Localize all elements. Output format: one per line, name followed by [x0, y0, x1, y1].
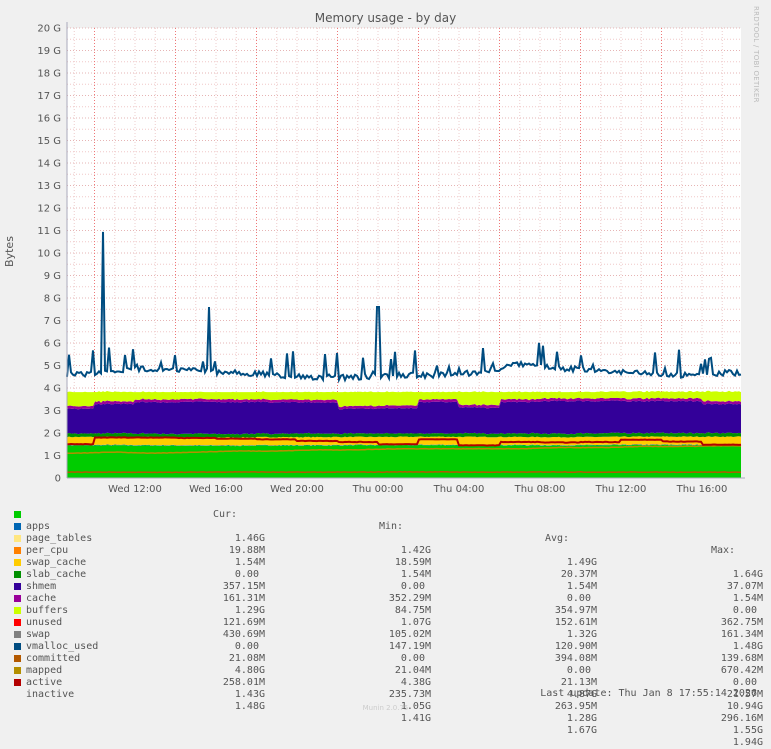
- y-tick-label: 8 G: [44, 294, 61, 305]
- legend-max: 1.55G: [732, 725, 763, 736]
- legend-swatch: [14, 559, 21, 566]
- y-tick-label: 2 G: [44, 429, 61, 440]
- x-tick-label: Wed 20:00: [270, 484, 324, 495]
- x-tick-label: Wed 12:00: [108, 484, 162, 495]
- x-tick-label: Wed 16:00: [189, 484, 243, 495]
- legend-swatch: [14, 571, 21, 578]
- x-tick-label: Thu 16:00: [676, 484, 728, 495]
- y-tick-label: 3 G: [44, 406, 61, 417]
- legend-row-unused: unused 430.69M 147.19M 394.08M 670.42M: [0, 605, 771, 676]
- legend-swatch: [14, 655, 21, 662]
- x-tick-label: Thu 04:00: [433, 484, 485, 495]
- y-tick-label: 18 G: [37, 69, 61, 80]
- y-tick-label: 6 G: [44, 339, 61, 350]
- legend-max: 1.94G: [732, 737, 763, 748]
- legend-row-slab_cache: slab_cache 357.15M 352.29M 354.97M 362.7…: [0, 557, 771, 628]
- y-tick-label: 1 G: [44, 451, 61, 462]
- y-tick-label: 12 G: [37, 204, 61, 215]
- legend-swatch: [14, 583, 21, 590]
- legend-swatch: [14, 631, 21, 638]
- legend-swatch: [14, 607, 21, 614]
- legend-swatch: [14, 667, 21, 674]
- legend-swatch: [14, 679, 21, 686]
- legend-swatch: [14, 643, 21, 650]
- y-tick-label: 9 G: [44, 271, 61, 282]
- y-tick-label: 20 G: [37, 24, 61, 35]
- legend-cur: 1.43G: [234, 689, 265, 700]
- chart-plot: 0 1 G 2 G 3 G 4 G 5 G 6 G 7 G 8 G 9 G 10 G 11 G 12 G…: [37, 22, 745, 495]
- last-update: Last update: Thu Jan 8 17:55:14 2026: [540, 688, 757, 699]
- y-tick-label: 15 G: [37, 136, 61, 147]
- x-tick-label: Thu 00:00: [352, 484, 404, 495]
- legend-name: inactive: [26, 689, 75, 700]
- y-tick-label: 14 G: [37, 159, 61, 170]
- legend-row-shmem: shmem 161.31M 84.75M 152.61M 161.34M: [0, 569, 771, 640]
- legend-swatch: [14, 523, 21, 530]
- munin-graph: Memory usage - by day Bytes RRDTOOL / TO…: [0, 0, 771, 748]
- legend-row-mapped: mapped 258.01M 235.73M 263.95M 296.16M: [0, 653, 771, 724]
- legend-swatch: [14, 535, 21, 542]
- x-tick-label: Thu 12:00: [595, 484, 647, 495]
- legend-row-vmalloc_used: vmalloc_used 21.08M 21.04M 21.13M 21.57M: [0, 629, 771, 700]
- x-tick-label: Thu 08:00: [514, 484, 566, 495]
- legend-swatch: [14, 595, 21, 602]
- legend-avg: 1.28G: [566, 713, 597, 724]
- y-tick-label: 4 G: [44, 384, 61, 395]
- legend-avg: 1.67G: [566, 725, 597, 736]
- legend-min: 1.41G: [400, 713, 431, 724]
- legend-row-committed: committed 4.80G 4.38G 4.87G 10.94G: [0, 641, 771, 712]
- legend-swatch: [14, 619, 21, 626]
- legend-row-apps: apps 1.46G 1.42G 1.49G 1.64G: [0, 509, 771, 580]
- legend-max: 296.16M: [720, 713, 763, 724]
- line-mapped: [66, 470, 742, 474]
- y-tick-label: 16 G: [37, 114, 61, 125]
- legend-row-active: active 1.43G 1.05G 1.28G 1.55G: [0, 665, 771, 736]
- y-tick-label: 7 G: [44, 316, 61, 327]
- legend-row-cache: cache 1.29G 1.07G 1.32G 1.48G: [0, 581, 771, 652]
- y-tick-label: 0: [55, 474, 61, 485]
- legend-row-swap: swap 0.00 0.00 0.00 0.00: [0, 617, 771, 688]
- munin-version: Munin 2.0.75: [362, 704, 409, 712]
- y-tick-label: 17 G: [37, 91, 61, 102]
- legend-row-buffers: buffers 121.69M 105.02M 120.90M 139.68M: [0, 593, 771, 664]
- y-tick-label: 10 G: [37, 249, 61, 260]
- legend-swatch: [14, 511, 21, 518]
- y-tick-label: 13 G: [37, 181, 61, 192]
- y-tick-label: 19 G: [37, 46, 61, 57]
- legend-row-page_tables: page_tables 19.88M 18.59M 20.37M 37.07M: [0, 521, 771, 592]
- legend-swatch: [14, 547, 21, 554]
- legend-header: Cur: Min: Avg: Max:: [0, 497, 771, 556]
- y-tick-label: 5 G: [44, 361, 61, 372]
- legend-min: 235.73M: [388, 689, 431, 700]
- legend-row-per_cpu: per_cpu 1.54M 1.54M 1.54M 1.54M: [0, 533, 771, 604]
- y-tick-label: 11 G: [37, 226, 61, 237]
- legend-row-swap_cache: swap_cache 0.00 0.00 0.00 0.00: [0, 545, 771, 616]
